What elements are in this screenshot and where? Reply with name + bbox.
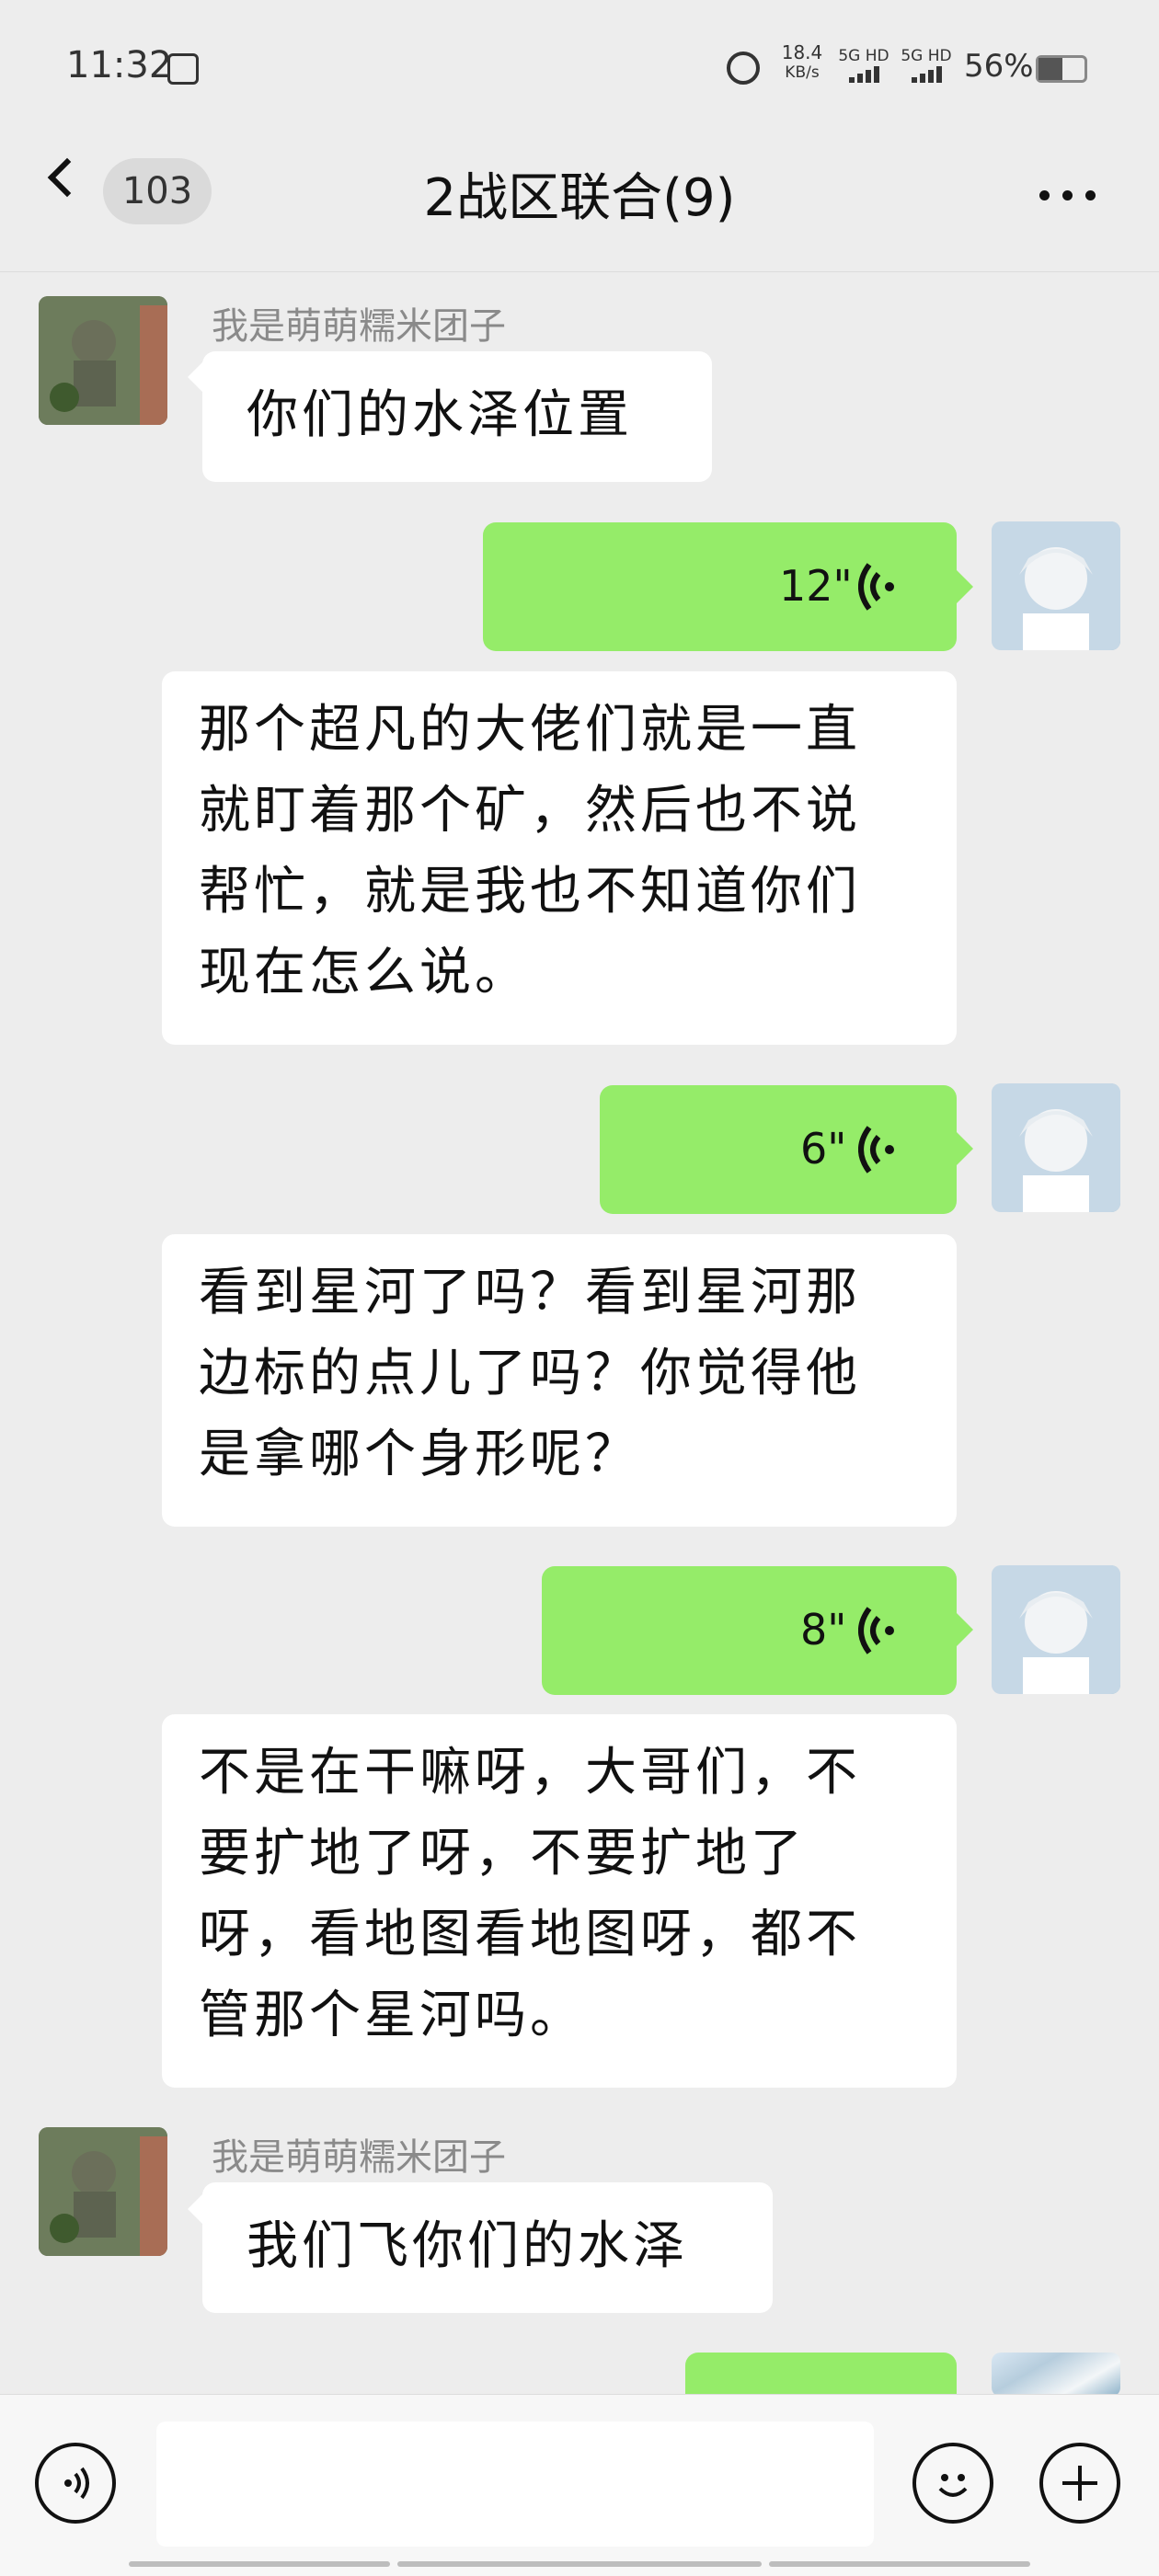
- bubble-tail: [957, 570, 973, 603]
- signal-bars-icon: [835, 66, 892, 83]
- sender-name: 我是萌萌糯米团子: [212, 2136, 506, 2179]
- avatar[interactable]: [992, 521, 1120, 650]
- net-speed: 18.4 KB/s: [775, 42, 830, 83]
- avatar[interactable]: [992, 1565, 1120, 1694]
- transcript-text: 那个超凡的大佬们就是一直 就盯着那个矿，然后也不说 帮忙，就是我也不知道你们 现…: [199, 690, 861, 1013]
- transcript-text: 不是在干嘛呀，大哥们，不 要扩地了呀，不要扩地了 呀，看地图看地图呀，都不 管那…: [199, 1733, 861, 2056]
- signal-bars-icon: [898, 66, 955, 83]
- sender-name: 我是萌萌糯米团子: [212, 305, 506, 348]
- avatar-statue-image: [39, 296, 167, 425]
- avatar-statue-image: [39, 2127, 167, 2256]
- battery-percent: 56%: [964, 48, 1034, 85]
- voice-duration: 6": [800, 1124, 847, 1174]
- transcript-line: 呀，看地图看地图呀，都不: [199, 1905, 861, 1964]
- more-icon[interactable]: [1036, 175, 1100, 215]
- transcript-line: 要扩地了呀，不要扩地了: [199, 1824, 806, 1883]
- sim-icon: [167, 53, 199, 85]
- signal-1: 5G HD: [835, 46, 892, 83]
- message-input[interactable]: [156, 2421, 874, 2547]
- voice-message-bubble[interactable]: 6": [600, 1085, 957, 1214]
- message-text: 你们的水泽位置: [247, 385, 633, 445]
- signal-2-label: 5G HD: [901, 47, 952, 65]
- voice-wave-icon: [858, 563, 894, 611]
- voice-transcript[interactable]: 看到星河了吗？看到星河那 边标的点儿了吗？你觉得他 是拿哪个身形呢？: [162, 1234, 957, 1527]
- avatar-anime-image: [992, 521, 1120, 650]
- transcript-text: 看到星河了吗？看到星河那 边标的点儿了吗？你觉得他 是拿哪个身形呢？: [199, 1253, 861, 1495]
- nav-segment: [129, 2561, 390, 2567]
- chat-title[interactable]: 2战区联合(9): [276, 156, 883, 231]
- transcript-line: 帮忙，就是我也不知道你们: [199, 862, 861, 922]
- avatar[interactable]: [992, 1083, 1120, 1212]
- transcript-line: 现在怎么说。: [199, 943, 530, 1002]
- transcript-line: 那个超凡的大佬们就是一直: [199, 700, 861, 760]
- transcript-line: 就盯着那个矿，然后也不说: [199, 781, 861, 841]
- nav-segment: [397, 2561, 762, 2567]
- emoji-button[interactable]: [912, 2443, 993, 2524]
- voice-duration: 8": [800, 1605, 847, 1654]
- transcript-line: 看到星河了吗？看到星河那: [199, 1263, 861, 1322]
- transcript-line: 管那个星河吗。: [199, 1986, 585, 2045]
- status-time: 11:32: [66, 44, 173, 86]
- avatar-anime-image: [992, 1083, 1120, 1212]
- plus-icon: [1062, 2466, 1097, 2501]
- voice-message-bubble[interactable]: 12": [483, 522, 957, 651]
- voice-input-button[interactable]: [35, 2443, 116, 2524]
- battery-icon: [1036, 55, 1087, 83]
- transcript-line: 边标的点儿了吗？你觉得他: [199, 1344, 861, 1403]
- avatar[interactable]: [992, 2353, 1120, 2397]
- nav-segment: [769, 2561, 1030, 2567]
- voice-message-bubble[interactable]: 8": [542, 1566, 957, 1695]
- unread-count-badge[interactable]: 103: [103, 158, 212, 224]
- message-text: 我们飞你们的水泽: [247, 2216, 688, 2276]
- voice-transcript[interactable]: 不是在干嘛呀，大哥们，不 要扩地了呀，不要扩地了 呀，看地图看地图呀，都不 管那…: [162, 1714, 957, 2088]
- voice-duration: 12": [779, 561, 853, 611]
- voice-wave-icon: [858, 1607, 894, 1654]
- message-bubble[interactable]: 你们的水泽位置: [202, 351, 712, 482]
- emoji-icon: [938, 2474, 968, 2497]
- bubble-tail: [957, 1132, 973, 1165]
- alarm-icon: [727, 52, 760, 85]
- transcript-line: 不是在干嘛呀，大哥们，不: [199, 1743, 861, 1803]
- avatar-anime-image: [992, 1565, 1120, 1694]
- transcript-line: 是拿哪个身形呢？: [199, 1425, 640, 1484]
- signal-2: 5G HD: [898, 46, 955, 83]
- avatar[interactable]: [39, 2127, 167, 2256]
- voice-wave-icon: [858, 1126, 894, 1174]
- message-bubble[interactable]: 我们飞你们的水泽: [202, 2182, 773, 2313]
- net-speed-unit: KB/s: [785, 63, 820, 82]
- voice-input-icon: [64, 2467, 89, 2500]
- voice-transcript[interactable]: 那个超凡的大佬们就是一直 就盯着那个矿，然后也不说 帮忙，就是我也不知道你们 现…: [162, 671, 957, 1045]
- signal-1-label: 5G HD: [838, 47, 889, 65]
- bubble-tail: [957, 1613, 973, 1646]
- avatar[interactable]: [39, 296, 167, 425]
- more-functions-button[interactable]: [1039, 2443, 1120, 2524]
- net-speed-value: 18.4: [781, 41, 823, 63]
